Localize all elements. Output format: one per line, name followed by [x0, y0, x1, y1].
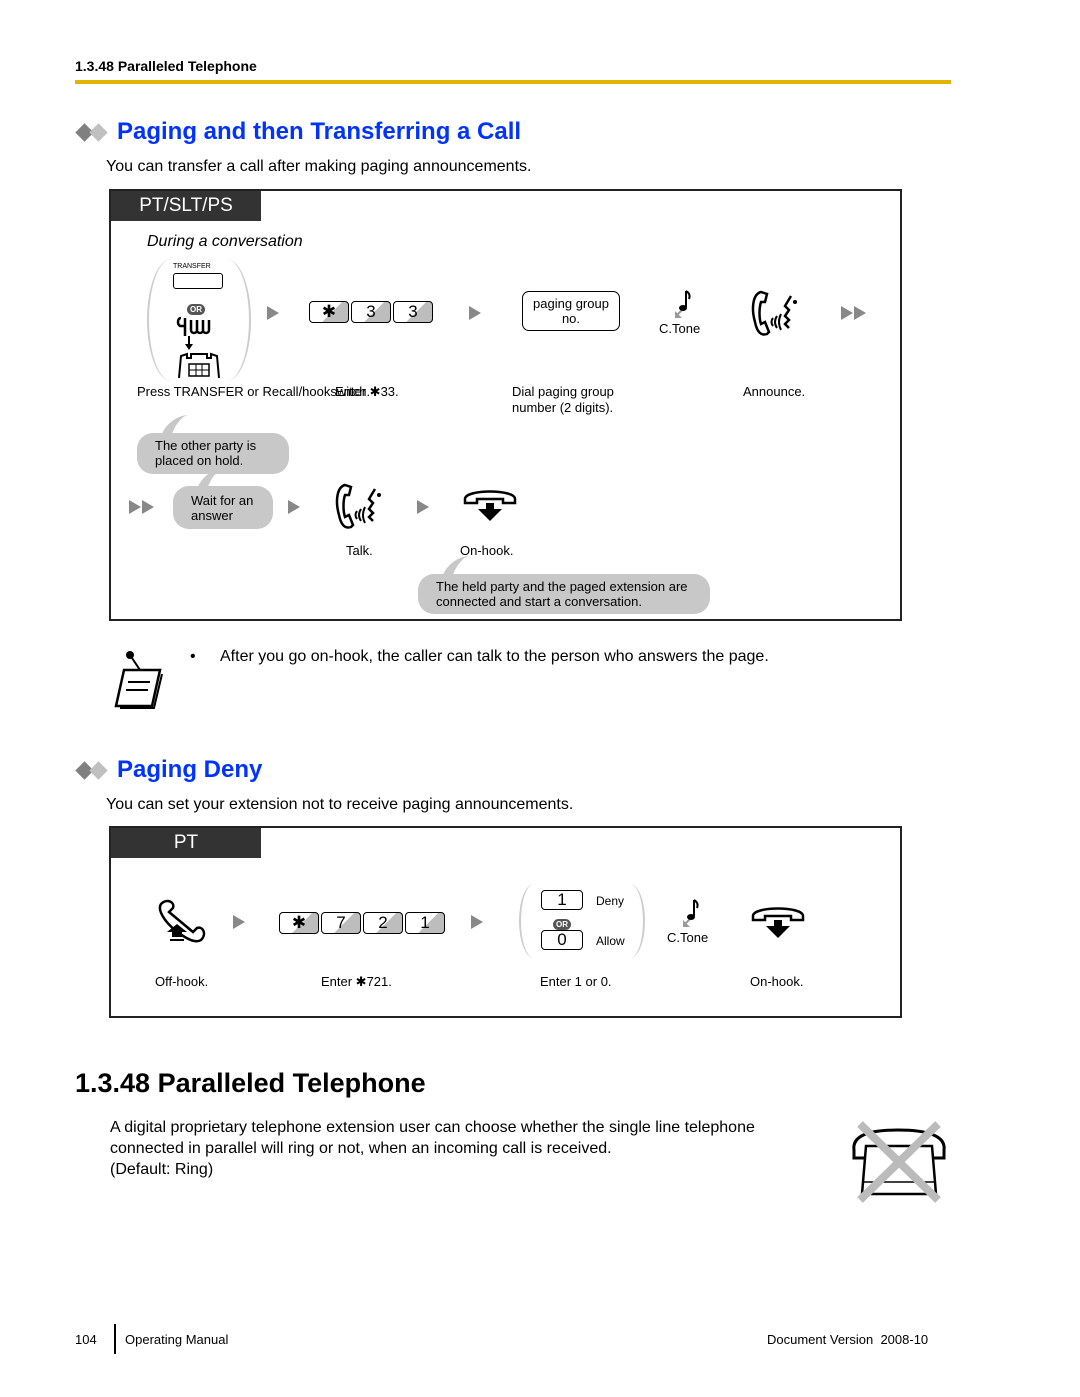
key-star[interactable]: ✱ [309, 301, 349, 323]
step-label-onhook: On-hook. [750, 974, 804, 989]
terminal-type-label: PT/SLT/PS [111, 191, 261, 221]
context-label: During a conversation [147, 233, 303, 250]
arrow-icon [417, 500, 429, 514]
off-hook-icon [158, 899, 206, 943]
paralleled-phone-disabled-icon [852, 1121, 946, 1203]
continue-arrow-icon [129, 500, 155, 514]
default-value: (Default: Ring) [110, 1161, 214, 1178]
procedure-frame-1: PT/SLT/PS During a conversation TRANSFER… [109, 189, 902, 621]
step-label-enter: Enter ✱33. [335, 384, 399, 399]
note-bullet: • [190, 648, 196, 665]
key-3[interactable]: 3 [351, 301, 391, 323]
on-hook-icon [751, 907, 805, 938]
on-hook-icon [463, 490, 517, 521]
section1-intro: You can transfer a call after making pag… [106, 158, 532, 175]
continue-arrow-icon [841, 306, 867, 320]
ctone-label: C.Tone [659, 321, 701, 336]
note-bubble-connected: The held party and the paged extension a… [418, 574, 710, 614]
or-badge: OR [553, 919, 571, 930]
procedure-frame-2: PT ✱ 7 2 1 1 Deny OR 0 Allow C.Tone Off-… [109, 826, 902, 1018]
paging-group-number-box[interactable]: paging group no. [522, 291, 620, 331]
note-text: After you go on-hook, the caller can tal… [220, 648, 769, 665]
diamonds-icon [75, 760, 111, 781]
hookswitch-icon [176, 316, 220, 379]
arrow-icon [469, 306, 481, 320]
section2-intro: You can set your extension not to receiv… [106, 796, 574, 813]
arrow-icon [233, 915, 245, 929]
note-memo-icon [114, 651, 163, 709]
key-star[interactable]: ✱ [279, 912, 319, 934]
header-rule [75, 80, 951, 84]
transfer-key-caption: TRANSFER [173, 263, 211, 270]
confirmation-tone-icon [683, 899, 699, 927]
page-number: 104 [75, 1332, 97, 1347]
section-title-paging-deny: Paging Deny [75, 756, 262, 784]
key-1-deny[interactable]: 1 [541, 890, 583, 910]
step-label-enter: Enter ✱721. [321, 974, 392, 989]
section-title-paging-transfer: Paging and then Transferring a Call [75, 118, 521, 146]
key-1[interactable]: 1 [405, 912, 445, 934]
transfer-key[interactable] [173, 273, 223, 289]
running-head: 1.3.48 Paralleled Telephone [75, 58, 257, 74]
key-sequence-star33: ✱ 3 3 [309, 301, 435, 323]
section3-body: A digital proprietary telephone extensio… [110, 1117, 755, 1180]
choice-group: TRANSFER OR [147, 259, 251, 381]
step-label-dial: Dial paging group number (2 digits). [512, 384, 614, 415]
note-bubble-hold: The other party is placed on hold. [137, 433, 289, 474]
talk-announce-icon [751, 290, 797, 336]
key-7[interactable]: 7 [321, 912, 361, 934]
arrow-icon [288, 500, 300, 514]
body-line: connected in parallel will ring or not, … [110, 1140, 612, 1157]
diamonds-icon [75, 122, 111, 143]
footer-divider [114, 1324, 116, 1354]
section-heading-paralleled-telephone: 1.3.48 Paralleled Telephone [75, 1068, 426, 1098]
talk-icon [335, 483, 381, 529]
footer-manual-title: Operating Manual [125, 1332, 229, 1347]
footer-document-version: Document Version 2008-10 [767, 1332, 929, 1347]
allow-label: Allow [596, 934, 625, 948]
step-label-announce: Announce. [743, 384, 806, 399]
confirmation-tone-icon [675, 290, 691, 318]
step-label-choose: Enter 1 or 0. [540, 974, 612, 989]
ctone-label: C.Tone [667, 930, 709, 945]
terminal-type-label: PT [111, 828, 261, 858]
wait-answer-bubble: Wait for an answer [173, 486, 273, 529]
key-3[interactable]: 3 [393, 301, 433, 323]
step-label-offhook: Off-hook. [155, 974, 209, 989]
key-2[interactable]: 2 [363, 912, 403, 934]
deny-allow-choice: 1 Deny OR 0 Allow [519, 884, 645, 958]
arrow-icon [471, 915, 483, 929]
deny-label: Deny [596, 894, 625, 908]
talk-label: Talk. [346, 543, 373, 558]
key-0-allow[interactable]: 0 [541, 930, 583, 950]
arrow-icon [267, 306, 279, 320]
body-line: A digital proprietary telephone extensio… [110, 1119, 755, 1136]
key-sequence-star721: ✱ 7 2 1 [279, 912, 447, 934]
